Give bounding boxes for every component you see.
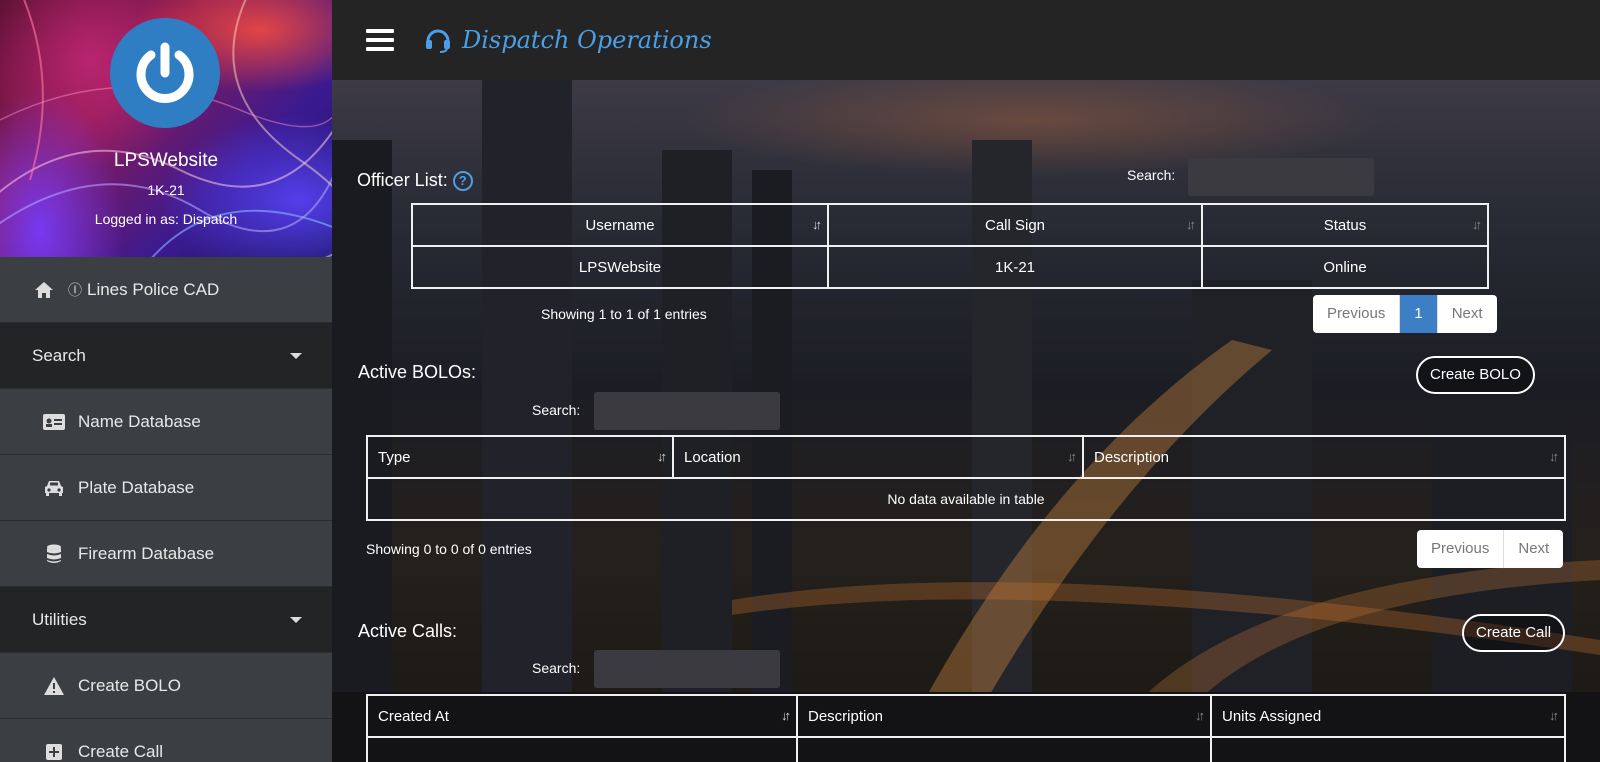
sidebar: LPSWebsite 1K-21 Logged in as: Dispatch … (0, 0, 332, 762)
sidebar-item-label: Firearm Database (78, 543, 215, 563)
column-header-call-sign[interactable]: Call Sign ↓↑ (827, 203, 1203, 247)
officer-list-title-text: Officer List: (357, 170, 448, 190)
next-page-button[interactable]: Next (1438, 295, 1497, 333)
sidebar-section-label: Utilities (32, 609, 87, 629)
column-header-units-assigned[interactable]: Units Assigned ↓↑ (1210, 694, 1566, 738)
table-header-row: Created At ↓↑ Description ↓↑ Units Assigne… (366, 694, 1566, 738)
previous-page-button[interactable]: Previous (1417, 530, 1505, 568)
column-header-username[interactable]: Username ↓↑ (411, 203, 829, 247)
bolo-pagination: Previous Next (1417, 530, 1564, 568)
table-cell (1210, 736, 1566, 762)
table-row: LPSWebsite 1K-21 Online (411, 245, 1489, 289)
chevron-down-icon (290, 616, 302, 623)
previous-page-button[interactable]: Previous (1313, 295, 1401, 333)
column-header-type[interactable]: Type ↓↑ (366, 435, 674, 479)
calls-table: Created At ↓↑ Description ↓↑ Units Assigne… (366, 694, 1566, 762)
cell-call-sign: 1K-21 (827, 245, 1203, 289)
cell-status: Online (1201, 245, 1489, 289)
help-icon[interactable]: ? (452, 170, 473, 191)
sidebar-item-label: Plate Database (78, 477, 195, 497)
active-calls-title: Active Calls: (358, 621, 458, 641)
sort-icon: ↓↑ (1472, 217, 1482, 232)
column-header-created-at[interactable]: Created At ↓↑ (366, 694, 798, 738)
column-header-status[interactable]: Status ↓↑ (1201, 203, 1489, 247)
top-navbar: Dispatch Operations (332, 0, 1600, 80)
profile-panel: LPSWebsite 1K-21 Logged in as: Dispatch (0, 0, 332, 257)
create-bolo-button[interactable]: Create BOLO (1416, 356, 1535, 394)
officer-table: Username ↓↑ Call Sign ↓↑ Status ↓↑ LPSWebsi… (411, 203, 1489, 289)
sidebar-item-firearm-database[interactable]: Firearm Database (0, 521, 332, 587)
sidebar-item-label: Create Call (78, 741, 164, 761)
sort-icon: ↓↑ (1067, 449, 1077, 464)
table-row (366, 736, 1566, 762)
pulse-icon: Ⓘ (68, 281, 82, 298)
profile-login-status: Logged in as: Dispatch (94, 211, 238, 227)
power-icon (136, 42, 194, 103)
officer-search-label: Search: (1127, 167, 1176, 183)
bolo-table: Type ↓↑ Location ↓↑ Description ↓↑ No data … (366, 435, 1566, 521)
sort-icon: ↓↑ (1186, 217, 1196, 232)
sidebar-item-label: Create BOLO (78, 675, 181, 695)
table-header-row: Username ↓↑ Call Sign ↓↑ Status ↓↑ (411, 203, 1489, 247)
avatar[interactable] (110, 18, 220, 128)
cell-username: LPSWebsite (411, 245, 829, 289)
call-search-input[interactable] (594, 650, 780, 688)
page-title: Dispatch Operations (462, 26, 712, 54)
column-header-location[interactable]: Location ↓↑ (672, 435, 1084, 479)
sidebar-section-search[interactable]: Search (0, 323, 332, 389)
table-header-row: Type ↓↑ Location ↓↑ Description ↓↑ (366, 435, 1566, 479)
sidebar-item-label: Lines Police CAD (87, 279, 220, 299)
headset-icon (426, 29, 450, 53)
home-icon (32, 281, 56, 299)
sidebar-item-plate-database[interactable]: Plate Database (0, 455, 332, 521)
column-header-description[interactable]: Description ↓↑ (1082, 435, 1566, 479)
officer-table-info: Showing 1 to 1 of 1 entries (541, 306, 707, 322)
sidebar-section-label: Search (32, 345, 86, 365)
sort-icon: ↓↑ (657, 449, 667, 464)
sidebar-section-utilities[interactable]: Utilities (0, 587, 332, 653)
main-content: Officer List: ? Search: Username ↓↑ Call … (332, 80, 1600, 762)
bolo-search-label: Search: (532, 402, 581, 418)
sort-icon: ↓↑ (1549, 708, 1559, 723)
id-card-icon (42, 413, 66, 430)
sidebar-item-home[interactable]: Ⓘ Lines Police CAD (0, 257, 332, 323)
create-call-button[interactable]: Create Call (1462, 614, 1566, 652)
bolo-table-info: Showing 0 to 0 of 0 entries (366, 541, 532, 557)
page-1-button[interactable]: 1 (1400, 295, 1438, 333)
car-icon (42, 480, 66, 496)
table-cell (366, 736, 798, 762)
city-background-image (332, 80, 1600, 762)
call-search-label: Search: (532, 660, 581, 676)
sidebar-item-create-call[interactable]: Create Call (0, 719, 332, 762)
profile-callsign: 1K-21 (147, 182, 185, 198)
column-header-description[interactable]: Description ↓↑ (796, 694, 1212, 738)
sidebar-item-label: Name Database (78, 411, 201, 431)
officer-search-input[interactable] (1188, 158, 1374, 196)
sort-icon: ↓↑ (812, 217, 822, 232)
table-row: No data available in table (366, 477, 1566, 521)
officer-list-title: Officer List: ? (357, 170, 473, 191)
menu-icon[interactable] (366, 29, 394, 51)
active-bolos-title: Active BOLOs: (358, 362, 477, 382)
sidebar-item-create-bolo[interactable]: Create BOLO (0, 653, 332, 719)
sort-icon: ↓↑ (781, 708, 791, 723)
sort-icon: ↓↑ (1549, 449, 1559, 464)
empty-table-message: No data available in table (366, 477, 1566, 521)
chevron-down-icon (290, 352, 302, 359)
sort-icon: ↓↑ (1195, 708, 1205, 723)
app-brand[interactable]: Dispatch Operations (424, 26, 712, 54)
next-page-button[interactable]: Next (1504, 530, 1563, 568)
profile-username: LPSWebsite (113, 150, 219, 171)
warning-icon (42, 676, 66, 695)
plus-square-icon (42, 743, 66, 760)
database-icon (42, 544, 66, 564)
bolo-search-input[interactable] (594, 392, 780, 430)
officer-pagination: Previous 1 Next (1313, 295, 1497, 333)
table-cell (796, 736, 1212, 762)
sidebar-item-name-database[interactable]: Name Database (0, 389, 332, 455)
